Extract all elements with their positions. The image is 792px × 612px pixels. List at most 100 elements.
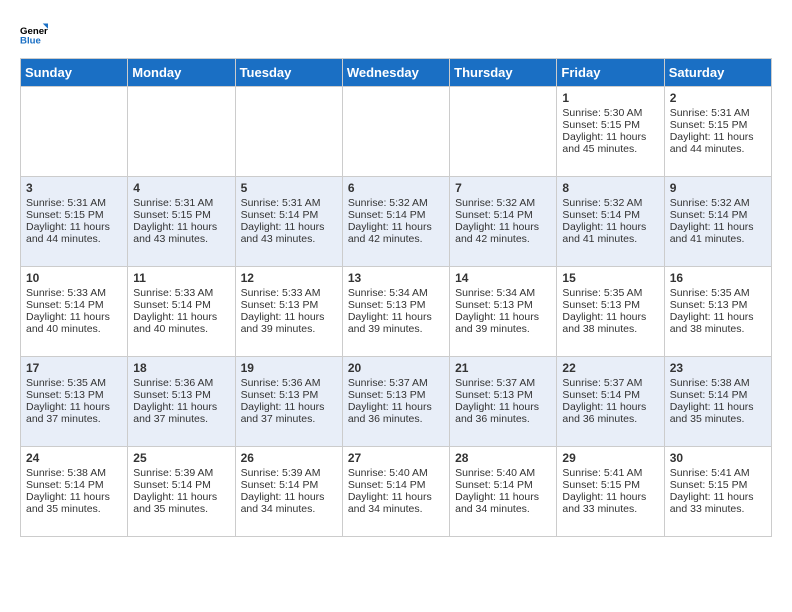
day-number: 3 <box>26 181 122 195</box>
day-info: Sunset: 5:14 PM <box>562 209 658 221</box>
calendar-week-row: 3Sunrise: 5:31 AMSunset: 5:15 PMDaylight… <box>21 177 772 267</box>
day-info: Sunset: 5:13 PM <box>670 299 766 311</box>
calendar-cell: 1Sunrise: 5:30 AMSunset: 5:15 PMDaylight… <box>557 87 664 177</box>
day-info: Sunrise: 5:34 AM <box>348 287 444 299</box>
day-info: Sunrise: 5:35 AM <box>26 377 122 389</box>
day-number: 30 <box>670 451 766 465</box>
day-info: Sunset: 5:15 PM <box>562 479 658 491</box>
day-info: Daylight: 11 hours and 41 minutes. <box>670 221 766 245</box>
day-info: Sunset: 5:14 PM <box>348 209 444 221</box>
calendar-cell: 10Sunrise: 5:33 AMSunset: 5:14 PMDayligh… <box>21 267 128 357</box>
calendar-cell <box>21 87 128 177</box>
day-info: Daylight: 11 hours and 44 minutes. <box>26 221 122 245</box>
day-info: Sunrise: 5:37 AM <box>348 377 444 389</box>
day-info: Daylight: 11 hours and 44 minutes. <box>670 131 766 155</box>
day-info: Daylight: 11 hours and 35 minutes. <box>26 491 122 515</box>
day-info: Daylight: 11 hours and 35 minutes. <box>133 491 229 515</box>
calendar-cell: 11Sunrise: 5:33 AMSunset: 5:14 PMDayligh… <box>128 267 235 357</box>
calendar-cell: 15Sunrise: 5:35 AMSunset: 5:13 PMDayligh… <box>557 267 664 357</box>
day-info: Sunrise: 5:37 AM <box>455 377 551 389</box>
day-info: Sunrise: 5:40 AM <box>348 467 444 479</box>
calendar-cell: 2Sunrise: 5:31 AMSunset: 5:15 PMDaylight… <box>664 87 771 177</box>
day-info: Daylight: 11 hours and 40 minutes. <box>133 311 229 335</box>
day-info: Sunrise: 5:33 AM <box>26 287 122 299</box>
day-number: 9 <box>670 181 766 195</box>
logo-icon: General Blue <box>20 20 48 48</box>
day-number: 5 <box>241 181 337 195</box>
calendar-cell: 18Sunrise: 5:36 AMSunset: 5:13 PMDayligh… <box>128 357 235 447</box>
calendar-cell: 4Sunrise: 5:31 AMSunset: 5:15 PMDaylight… <box>128 177 235 267</box>
calendar-cell: 5Sunrise: 5:31 AMSunset: 5:14 PMDaylight… <box>235 177 342 267</box>
day-info: Sunrise: 5:31 AM <box>133 197 229 209</box>
calendar-cell: 24Sunrise: 5:38 AMSunset: 5:14 PMDayligh… <box>21 447 128 537</box>
weekday-header: Friday <box>557 59 664 87</box>
day-info: Sunset: 5:13 PM <box>26 389 122 401</box>
day-info: Sunset: 5:14 PM <box>133 479 229 491</box>
day-number: 26 <box>241 451 337 465</box>
day-info: Daylight: 11 hours and 39 minutes. <box>241 311 337 335</box>
day-info: Sunset: 5:15 PM <box>670 119 766 131</box>
calendar-cell: 7Sunrise: 5:32 AMSunset: 5:14 PMDaylight… <box>450 177 557 267</box>
day-info: Sunrise: 5:31 AM <box>241 197 337 209</box>
day-info: Sunset: 5:14 PM <box>562 389 658 401</box>
day-info: Daylight: 11 hours and 34 minutes. <box>348 491 444 515</box>
day-number: 12 <box>241 271 337 285</box>
day-info: Sunrise: 5:32 AM <box>670 197 766 209</box>
calendar-cell <box>235 87 342 177</box>
day-info: Sunrise: 5:38 AM <box>670 377 766 389</box>
day-info: Sunset: 5:15 PM <box>133 209 229 221</box>
day-info: Sunrise: 5:39 AM <box>241 467 337 479</box>
day-info: Daylight: 11 hours and 40 minutes. <box>26 311 122 335</box>
day-number: 17 <box>26 361 122 375</box>
day-number: 28 <box>455 451 551 465</box>
day-info: Sunset: 5:14 PM <box>241 479 337 491</box>
day-number: 20 <box>348 361 444 375</box>
day-info: Sunrise: 5:33 AM <box>241 287 337 299</box>
day-info: Sunset: 5:13 PM <box>241 299 337 311</box>
day-info: Daylight: 11 hours and 43 minutes. <box>133 221 229 245</box>
day-number: 6 <box>348 181 444 195</box>
day-info: Sunrise: 5:40 AM <box>455 467 551 479</box>
calendar-cell: 27 Sunrise: 5:40 AMSunset: 5:14 PMDayligh… <box>342 447 449 537</box>
day-info: Sunrise: 5:37 AM <box>562 377 658 389</box>
day-info: Daylight: 11 hours and 37 minutes. <box>133 401 229 425</box>
day-info: Sunrise: 5:30 AM <box>562 107 658 119</box>
day-info: Sunrise: 5:31 AM <box>26 197 122 209</box>
calendar-week-row: 24Sunrise: 5:38 AMSunset: 5:14 PMDayligh… <box>21 447 772 537</box>
day-info: Sunset: 5:14 PM <box>133 299 229 311</box>
calendar-cell: 20Sunrise: 5:37 AMSunset: 5:13 PMDayligh… <box>342 357 449 447</box>
calendar-cell: 8Sunrise: 5:32 AMSunset: 5:14 PMDaylight… <box>557 177 664 267</box>
calendar-cell <box>128 87 235 177</box>
calendar-cell: 30Sunrise: 5:41 AMSunset: 5:15 PMDayligh… <box>664 447 771 537</box>
day-info: Daylight: 11 hours and 36 minutes. <box>562 401 658 425</box>
calendar-cell: 9Sunrise: 5:32 AMSunset: 5:14 PMDaylight… <box>664 177 771 267</box>
day-info: Daylight: 11 hours and 45 minutes. <box>562 131 658 155</box>
day-number: 27 <box>348 451 444 465</box>
day-number: 2 <box>670 91 766 105</box>
logo: General Blue <box>20 20 48 48</box>
calendar-cell: 3Sunrise: 5:31 AMSunset: 5:15 PMDaylight… <box>21 177 128 267</box>
weekday-header: Saturday <box>664 59 771 87</box>
day-info: Sunset: 5:13 PM <box>455 299 551 311</box>
day-info: Daylight: 11 hours and 37 minutes. <box>26 401 122 425</box>
day-info: Sunset: 5:13 PM <box>562 299 658 311</box>
calendar-cell: 23Sunrise: 5:38 AMSunset: 5:14 PMDayligh… <box>664 357 771 447</box>
day-info: Sunrise: 5:36 AM <box>133 377 229 389</box>
calendar-cell: 17 Sunrise: 5:35 AMSunset: 5:13 PMDayligh… <box>21 357 128 447</box>
day-info: Sunrise: 5:34 AM <box>455 287 551 299</box>
weekday-header: Monday <box>128 59 235 87</box>
weekday-header: Tuesday <box>235 59 342 87</box>
day-info: Daylight: 11 hours and 37 minutes. <box>241 401 337 425</box>
day-info: Sunset: 5:14 PM <box>455 209 551 221</box>
svg-text:Blue: Blue <box>20 36 41 47</box>
day-info: Daylight: 11 hours and 34 minutes. <box>455 491 551 515</box>
day-number: 10 <box>26 271 122 285</box>
day-number: 24 <box>26 451 122 465</box>
day-info: Daylight: 11 hours and 39 minutes. <box>455 311 551 335</box>
day-info: Daylight: 11 hours and 41 minutes. <box>562 221 658 245</box>
calendar-cell: 21Sunrise: 5:37 AMSunset: 5:13 PMDayligh… <box>450 357 557 447</box>
day-info: Sunset: 5:13 PM <box>241 389 337 401</box>
day-info: Sunset: 5:14 PM <box>348 479 444 491</box>
day-info: Sunset: 5:13 PM <box>348 389 444 401</box>
calendar-cell: 29Sunrise: 5:41 AMSunset: 5:15 PMDayligh… <box>557 447 664 537</box>
